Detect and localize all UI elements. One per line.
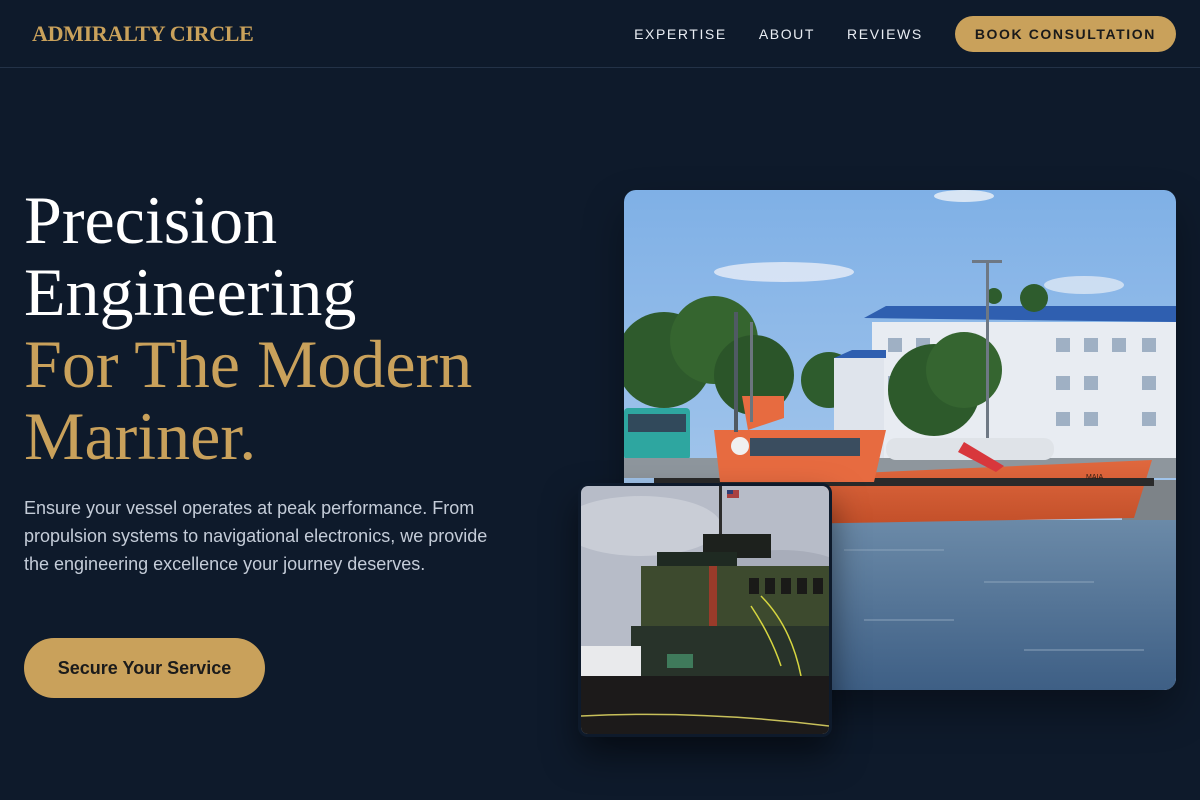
nav-links: EXPERTISE ABOUT REVIEWS BOOK CONSULTATIO… — [634, 15, 1176, 52]
tugboat-photo — [578, 483, 832, 737]
hero-title-line-2: Engineering — [24, 254, 357, 330]
hero-title-line-4: Mariner. — [24, 398, 257, 474]
top-navbar: ADMIRALTY CIRCLE EXPERTISE ABOUT REVIEWS… — [0, 0, 1200, 68]
boat-name-label: MAIA — [1086, 474, 1103, 481]
nav-link-reviews[interactable]: REVIEWS — [847, 26, 923, 42]
book-consultation-button[interactable]: BOOK CONSULTATION — [954, 15, 1176, 52]
brand-logo[interactable]: ADMIRALTY CIRCLE — [32, 21, 254, 47]
hero-title-line-3: For The Modern — [24, 326, 473, 402]
nav-link-expertise[interactable]: EXPERTISE — [634, 26, 727, 42]
secure-your-service-button[interactable]: Secure Your Service — [24, 638, 265, 698]
photo-dark-tug-pilothouse-icon — [581, 486, 829, 734]
hero-description: Ensure your vessel operates at peak perf… — [24, 498, 488, 574]
hero-title: Precision Engineering For The Modern Mar… — [24, 184, 584, 472]
nav-link-about[interactable]: ABOUT — [759, 26, 815, 42]
hero-title-line-1: Precision — [24, 182, 278, 258]
